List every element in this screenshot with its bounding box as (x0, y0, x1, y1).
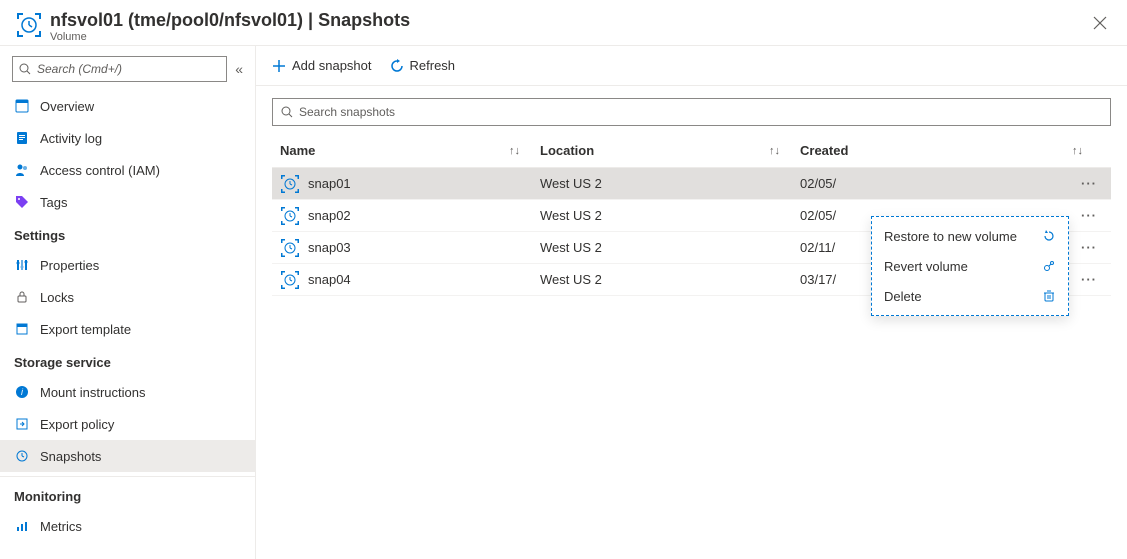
iam-icon (15, 163, 29, 177)
column-created[interactable]: Created↑↓ (800, 143, 1103, 158)
context-menu: Restore to new volume Revert volume Dele… (871, 216, 1069, 316)
sidebar: Search (Cmd+/) « Overview Activity log A… (0, 46, 256, 559)
snapshot-icon (15, 449, 29, 463)
sort-icon: ↑↓ (1072, 145, 1083, 157)
sort-icon: ↑↓ (509, 145, 520, 157)
lock-icon (15, 290, 29, 304)
snapshot-icon (280, 174, 300, 194)
ctx-delete-button[interactable]: Delete (872, 281, 1068, 311)
row-more-button[interactable]: ··· (1075, 172, 1103, 195)
close-button[interactable] (1089, 10, 1111, 39)
header-text: nfsvol01 (tme/pool0/nfsvol01) | Snapshot… (50, 10, 410, 43)
restore-icon (1042, 229, 1056, 243)
sidebar-item-locks[interactable]: Locks (0, 281, 255, 313)
snapshot-search-input[interactable]: Search snapshots (272, 98, 1111, 126)
sidebar-item-export-template[interactable]: Export template (0, 313, 255, 345)
sort-icon: ↑↓ (769, 145, 780, 157)
info-icon: i (15, 385, 29, 399)
properties-icon (15, 258, 29, 272)
sidebar-item-activity-log[interactable]: Activity log (0, 122, 255, 154)
ctx-restore-button[interactable]: Restore to new volume (872, 221, 1068, 251)
page-subtitle: Volume (50, 31, 410, 43)
table-header: Name↑↓ Location↑↓ Created↑↓ (272, 134, 1111, 168)
sidebar-item-metrics[interactable]: Metrics (0, 510, 255, 542)
sidebar-search-input[interactable]: Search (Cmd+/) (12, 56, 227, 82)
delete-icon (1042, 289, 1056, 303)
main-content: Add snapshot Refresh Search snapshots Na… (256, 46, 1127, 559)
overview-icon (15, 99, 29, 113)
row-more-button[interactable]: ··· (1075, 236, 1103, 259)
sidebar-item-export-policy[interactable]: Export policy (0, 408, 255, 440)
refresh-icon (390, 59, 404, 73)
column-name[interactable]: Name↑↓ (280, 143, 540, 158)
plus-icon (272, 59, 286, 73)
volume-snapshot-icon (16, 12, 42, 38)
sidebar-item-overview[interactable]: Overview (0, 90, 255, 122)
page-title: nfsvol01 (tme/pool0/nfsvol01) | Snapshot… (50, 10, 410, 31)
sidebar-group-storage: Storage service (0, 345, 255, 376)
search-icon (281, 106, 293, 118)
sidebar-group-settings: Settings (0, 218, 255, 249)
close-icon (1093, 16, 1107, 30)
search-icon (19, 63, 31, 75)
metrics-icon (15, 519, 29, 533)
sidebar-item-access-control[interactable]: Access control (IAM) (0, 154, 255, 186)
sidebar-item-properties[interactable]: Properties (0, 249, 255, 281)
toolbar: Add snapshot Refresh (256, 46, 1127, 86)
sidebar-item-tags[interactable]: Tags (0, 186, 255, 218)
export-policy-icon (15, 417, 29, 431)
snapshot-icon (280, 238, 300, 258)
column-location[interactable]: Location↑↓ (540, 143, 800, 158)
export-template-icon (15, 322, 29, 336)
snapshot-icon (280, 270, 300, 290)
sidebar-group-monitoring: Monitoring (0, 479, 255, 510)
log-icon (15, 131, 29, 145)
page-header: nfsvol01 (tme/pool0/nfsvol01) | Snapshot… (0, 0, 1127, 46)
add-snapshot-button[interactable]: Add snapshot (272, 58, 372, 73)
revert-icon (1042, 259, 1056, 273)
row-more-button[interactable]: ··· (1075, 204, 1103, 227)
divider (0, 476, 255, 477)
table-row[interactable]: snap01 West US 2 02/05/ ··· (272, 168, 1111, 200)
row-more-button[interactable]: ··· (1075, 268, 1103, 291)
sidebar-item-mount[interactable]: i Mount instructions (0, 376, 255, 408)
collapse-sidebar-button[interactable]: « (235, 61, 243, 77)
ctx-revert-button[interactable]: Revert volume (872, 251, 1068, 281)
refresh-button[interactable]: Refresh (390, 58, 456, 73)
tags-icon (15, 195, 29, 209)
sidebar-item-snapshots[interactable]: Snapshots (0, 440, 255, 472)
snapshot-icon (280, 206, 300, 226)
